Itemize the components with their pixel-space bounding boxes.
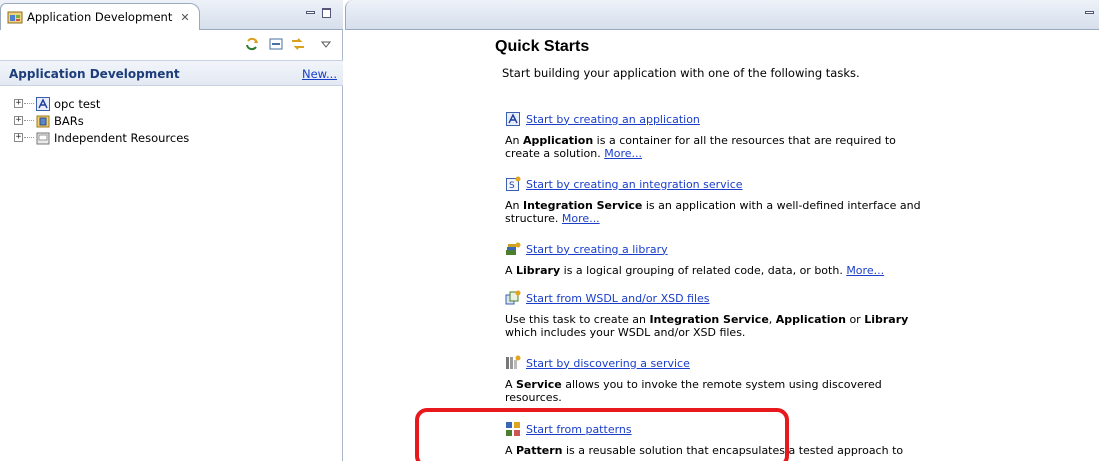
integration-service-icon: S [505, 176, 521, 192]
wsdl-xsd-icon [505, 290, 521, 306]
patterns-icon [505, 421, 521, 437]
tree-item-opc-test[interactable]: + opc test [14, 95, 189, 112]
project-tree: + opc test + BARs + Independent Resource… [14, 95, 189, 146]
from-patterns-link[interactable]: Start from patterns [526, 423, 632, 436]
tab-title: Application Development [27, 10, 173, 24]
task-create-library: Start by creating a library A Library is… [505, 240, 945, 277]
link-with-editor-icon[interactable] [290, 36, 306, 52]
application-icon [505, 111, 521, 127]
more-link[interactable]: More... [604, 147, 642, 160]
task-description: An Integration Service is an application… [505, 199, 921, 225]
minimize-icon[interactable] [306, 8, 316, 18]
svg-text:S: S [509, 181, 515, 191]
task-from-wsdl-xsd: Start from WSDL and/or XSD files Use thi… [505, 289, 945, 339]
task-description: Use this task to create an Integration S… [505, 313, 909, 339]
task-create-integration-service: S Start by creating an integration servi… [505, 175, 945, 225]
application-development-view: Application Development ✕ Application De… [0, 0, 343, 461]
left-section-header: Application Development New... [0, 60, 343, 86]
expand-icon[interactable]: + [14, 99, 23, 108]
create-library-link[interactable]: Start by creating a library [526, 243, 668, 256]
expand-icon[interactable]: + [14, 116, 23, 125]
collapse-all-icon[interactable] [268, 36, 284, 52]
resources-folder-icon [36, 131, 50, 145]
application-icon [36, 96, 50, 111]
create-integration-service-link[interactable]: Start by creating an integration service [526, 178, 743, 191]
expand-icon[interactable]: + [14, 133, 23, 142]
task-description: A Service allows you to invoke the remot… [505, 378, 882, 404]
view-menu-icon[interactable] [318, 36, 332, 52]
tree-item-label: opc test [54, 96, 101, 111]
tree-item-label: Independent Resources [54, 130, 190, 145]
tab-application-development[interactable]: Application Development ✕ [0, 3, 200, 30]
task-from-patterns: Start from patterns A Pattern is a reusa… [505, 420, 945, 457]
new-link[interactable]: New... [302, 67, 337, 81]
minimize-icon[interactable] [1085, 8, 1095, 18]
task-description: A Pattern is a reusable solution that en… [505, 444, 904, 457]
more-link[interactable]: More... [846, 264, 884, 277]
task-create-application: Start by creating an application An Appl… [505, 110, 945, 160]
task-description: An Application is a container for all th… [505, 134, 896, 160]
maximize-icon[interactable] [322, 8, 332, 18]
tree-item-label: BARs [54, 113, 84, 128]
left-view-toolbar [0, 31, 343, 57]
close-icon[interactable]: ✕ [180, 11, 189, 24]
library-icon [505, 241, 521, 257]
discover-service-icon [505, 355, 521, 371]
left-view-tabbar: Application Development ✕ [0, 0, 343, 30]
tree-item-independent-resources[interactable]: + Independent Resources [14, 129, 189, 146]
from-wsdl-xsd-link[interactable]: Start from WSDL and/or XSD files [526, 292, 710, 305]
editor-tabbar [345, 0, 1099, 30]
intro-text: Start building your application with one… [502, 66, 860, 80]
task-discover-service: Start by discovering a service A Service… [505, 354, 945, 404]
tree-item-bars[interactable]: + BARs [14, 112, 189, 129]
create-application-link[interactable]: Start by creating an application [526, 113, 700, 126]
more-link[interactable]: More... [562, 212, 600, 225]
discover-service-link[interactable]: Start by discovering a service [526, 357, 690, 370]
application-development-icon [7, 9, 23, 25]
task-description: A Library is a logical grouping of relat… [505, 264, 885, 277]
page-title: Quick Starts [495, 38, 590, 55]
quick-starts-editor: Quick Starts Start building your applica… [345, 0, 1099, 461]
sync-icon[interactable] [244, 36, 260, 52]
bar-folder-icon [36, 114, 50, 128]
section-title: Application Development [9, 67, 180, 81]
